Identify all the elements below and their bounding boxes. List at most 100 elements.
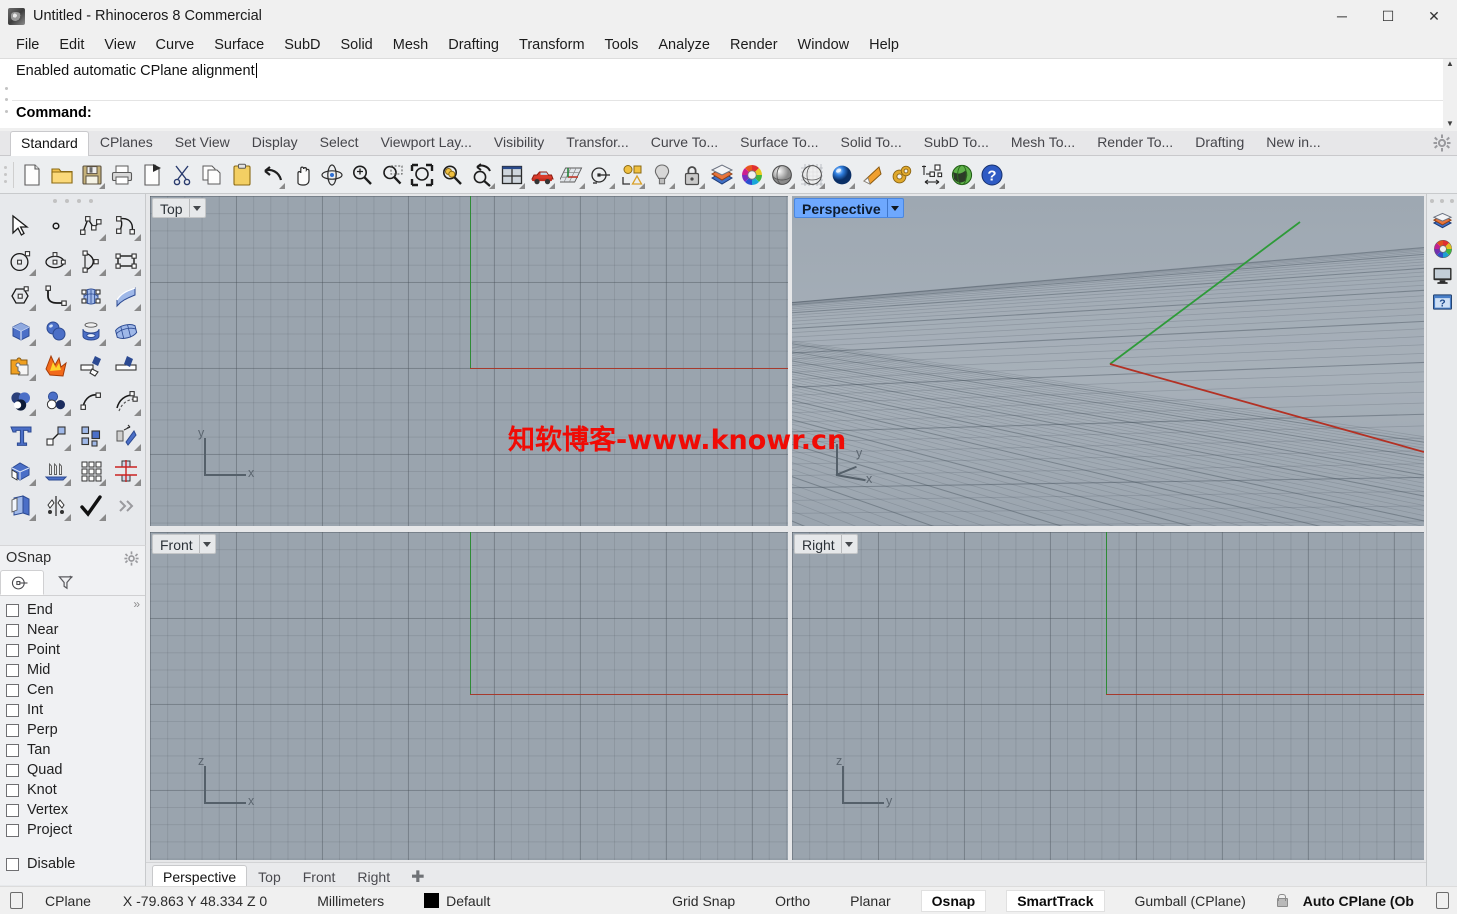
trim-icon[interactable] xyxy=(73,348,108,383)
menu-render[interactable]: Render xyxy=(720,34,788,56)
osnap-row-end[interactable]: End xyxy=(6,600,145,620)
toolbar-tab-surface-to[interactable]: Surface To... xyxy=(729,130,829,155)
circle-icon[interactable] xyxy=(3,243,38,278)
check-select-icon[interactable] xyxy=(73,488,108,523)
save-floppy-icon[interactable] xyxy=(77,159,107,191)
boolean-diff-icon[interactable] xyxy=(38,383,73,418)
copy-objects-icon[interactable] xyxy=(73,418,108,453)
menu-analyze[interactable]: Analyze xyxy=(648,34,720,56)
display-monitor-panel-icon[interactable] xyxy=(1427,262,1457,289)
surface-edit-pts-icon[interactable] xyxy=(73,278,108,313)
ellipse-icon[interactable] xyxy=(38,243,73,278)
more-chevron-icon[interactable] xyxy=(108,488,143,523)
menu-drafting[interactable]: Drafting xyxy=(438,34,509,56)
zoom-window-icon[interactable] xyxy=(377,159,407,191)
toolbar-tab-render-to[interactable]: Render To... xyxy=(1086,130,1184,155)
arc-icon[interactable] xyxy=(73,243,108,278)
extend-curve-icon[interactable] xyxy=(73,383,108,418)
toolbar-tab-subd-to[interactable]: SubD To... xyxy=(913,130,1000,155)
toolbar-tab-set-view[interactable]: Set View xyxy=(164,130,241,155)
status-toggle-auto-cplane-ob[interactable]: Auto CPlane (Ob xyxy=(1266,888,1434,914)
side-panel-gripper[interactable] xyxy=(1427,194,1457,208)
viewport-layout-icon[interactable] xyxy=(497,159,527,191)
status-toggle-grid-snap[interactable]: Grid Snap xyxy=(652,888,755,914)
sphere-boolean-icon[interactable] xyxy=(38,313,73,348)
layers-panel-icon[interactable] xyxy=(1427,208,1457,235)
status-toggle-smarttrack[interactable]: SmartTrack xyxy=(996,888,1114,914)
command-history[interactable]: Enabled automatic CPlane alignment xyxy=(12,59,1443,99)
osnap-checkbox-disable[interactable] xyxy=(6,857,19,871)
osnap-checkbox-end[interactable] xyxy=(6,603,19,617)
osnap-row-perp[interactable]: Perp xyxy=(6,720,145,740)
viewport-top-dropdown-icon[interactable] xyxy=(188,199,205,217)
viewport-right-dropdown-icon[interactable] xyxy=(840,535,857,553)
toolbar-tab-viewport-lay[interactable]: Viewport Lay... xyxy=(370,130,483,155)
cut-page-icon[interactable] xyxy=(137,159,167,191)
viewport-perspective[interactable]: Perspective z y x xyxy=(792,196,1424,526)
add-viewport-tab-icon[interactable]: ✚ xyxy=(401,865,434,889)
undo-arrow-icon[interactable] xyxy=(257,159,287,191)
menu-solid[interactable]: Solid xyxy=(331,34,383,56)
menu-view[interactable]: View xyxy=(94,34,145,56)
split-icon[interactable] xyxy=(108,348,143,383)
menu-help[interactable]: Help xyxy=(859,34,909,56)
polyline-icon[interactable] xyxy=(73,208,108,243)
orient-icon[interactable] xyxy=(38,488,73,523)
subd-surface-icon[interactable] xyxy=(108,313,143,348)
osnap-row-tan[interactable]: Tan xyxy=(6,740,145,760)
toolbar-settings-gear-icon[interactable] xyxy=(1433,134,1451,152)
offset-curve-icon[interactable] xyxy=(108,383,143,418)
help-question-icon[interactable]: ? xyxy=(977,159,1007,191)
toolbar-tab-select[interactable]: Select xyxy=(309,130,370,155)
status-cplane-icon-cell[interactable] xyxy=(0,888,35,914)
rotate-icon[interactable] xyxy=(108,418,143,453)
explode-puzzle-icon[interactable] xyxy=(3,348,38,383)
toolbar-tab-drafting[interactable]: Drafting xyxy=(1184,130,1255,155)
osnap-row-mid[interactable]: Mid xyxy=(6,660,145,680)
viewport-top[interactable]: Top y x xyxy=(150,196,788,526)
status-resize-grip[interactable] xyxy=(1434,888,1457,914)
command-scrollbar[interactable]: ▲ ▼ xyxy=(1443,59,1457,129)
toolbar-tab-mesh-to[interactable]: Mesh To... xyxy=(1000,130,1086,155)
point-icon[interactable] xyxy=(38,208,73,243)
menu-window[interactable]: Window xyxy=(788,34,860,56)
spotlight-cone-icon[interactable] xyxy=(857,159,887,191)
dimension-icon[interactable] xyxy=(917,159,947,191)
toolbar-tab-standard[interactable]: Standard xyxy=(10,131,89,156)
gears-options-icon[interactable] xyxy=(887,159,917,191)
text-object-icon[interactable] xyxy=(3,418,38,453)
mirror-icon[interactable] xyxy=(108,453,143,488)
pan-hand-icon[interactable] xyxy=(287,159,317,191)
toolbar-tab-transfor[interactable]: Transfor... xyxy=(555,130,640,155)
close-button[interactable]: ✕ xyxy=(1411,0,1457,32)
select-arrow-icon[interactable] xyxy=(3,208,38,243)
named-cplane-icon[interactable] xyxy=(587,159,617,191)
menu-tools[interactable]: Tools xyxy=(595,34,649,56)
osnap-checkbox-perp[interactable] xyxy=(6,723,19,737)
osnap-tab-snap[interactable] xyxy=(0,570,44,595)
osnap-row-point[interactable]: Point xyxy=(6,640,145,660)
display-color-panel-icon[interactable] xyxy=(1427,235,1457,262)
array-linear-icon[interactable] xyxy=(38,453,73,488)
scale-icon[interactable] xyxy=(3,453,38,488)
viewport-front-dropdown-icon[interactable] xyxy=(198,535,215,553)
toolbar-tab-cplanes[interactable]: CPlanes xyxy=(89,130,164,155)
menu-edit[interactable]: Edit xyxy=(49,34,94,56)
minimize-button[interactable]: ─ xyxy=(1319,0,1365,32)
status-cplane-label[interactable]: CPlane xyxy=(35,888,101,914)
rendered-sphere-icon[interactable] xyxy=(827,159,857,191)
osnap-row-quad[interactable]: Quad xyxy=(6,760,145,780)
object-props-icon[interactable] xyxy=(617,159,647,191)
copy-pages-icon[interactable] xyxy=(197,159,227,191)
osnap-checkbox-knot[interactable] xyxy=(6,783,19,797)
osnap-checkbox-int[interactable] xyxy=(6,703,19,717)
light-bulb-icon[interactable] xyxy=(647,159,677,191)
scroll-down-icon[interactable]: ▼ xyxy=(1446,119,1454,129)
open-folder-icon[interactable] xyxy=(47,159,77,191)
osnap-checkbox-vertex[interactable] xyxy=(6,803,19,817)
cylinder-hole-icon[interactable] xyxy=(73,313,108,348)
surface-loft-icon[interactable] xyxy=(108,278,143,313)
status-toggle-planar[interactable]: Planar xyxy=(830,888,910,914)
toolbar-tab-visibility[interactable]: Visibility xyxy=(483,130,555,155)
toolbar-gripper[interactable] xyxy=(0,156,10,194)
